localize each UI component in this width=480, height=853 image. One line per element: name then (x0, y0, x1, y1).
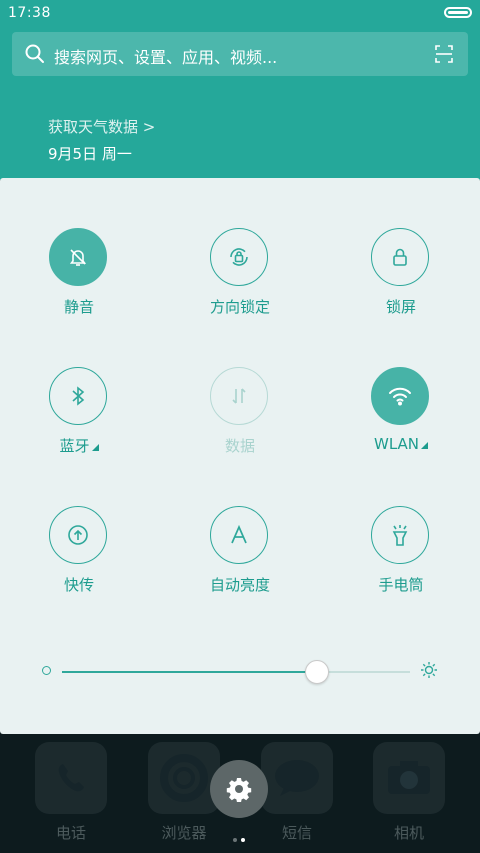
quick-share-icon (49, 506, 107, 564)
toggle-flashlight-label: 手电筒 (378, 576, 424, 594)
notification-header: 17:38 搜索网页、设置、应用、视频... 获取天气数据 > 9月5日 周一 (0, 0, 480, 180)
brightness-slider[interactable] (62, 660, 410, 684)
toggle-bluetooth-label: 蓝牙 (19, 435, 139, 456)
status-time: 17:38 (8, 5, 51, 21)
brightness-low-icon (42, 666, 51, 675)
browser-icon (148, 742, 220, 814)
weather-widget[interactable]: 获取天气数据 > 9月5日 周一 (48, 116, 155, 164)
brightness-high-icon (420, 661, 438, 683)
toggle-flashlight[interactable]: 手电筒 (341, 506, 461, 626)
search-bar[interactable]: 搜索网页、设置、应用、视频... (12, 32, 468, 76)
toggle-auto-brightness-label: 自动亮度 (209, 576, 270, 594)
camera-icon (373, 742, 445, 814)
brightness-slider-fill (62, 671, 317, 673)
message-icon (261, 742, 333, 814)
phone-icon (35, 742, 107, 814)
toggle-rotation-lock[interactable]: 方向锁定 (180, 228, 300, 348)
lock-icon (371, 228, 429, 286)
search-icon (24, 43, 46, 69)
page-dot-active (241, 838, 245, 842)
toggle-lock-screen[interactable]: 锁屏 (341, 228, 461, 348)
battery-icon (444, 7, 472, 18)
dock-app-messages[interactable]: 短信 (257, 742, 337, 843)
dock-app-browser-label: 浏览器 (161, 824, 207, 842)
search-placeholder: 搜索网页、设置、应用、视频... (54, 48, 278, 67)
expand-triangle-icon (91, 444, 99, 451)
toggle-wlan-label: WLAN (341, 435, 461, 453)
toggle-quick-share[interactable]: 快传 (19, 506, 139, 626)
toggle-mobile-data-label: 数据 (224, 437, 255, 455)
toggle-bluetooth[interactable]: 蓝牙 (19, 367, 139, 487)
brightness-slider-thumb[interactable] (305, 660, 330, 684)
auto-brightness-icon (210, 506, 268, 564)
gear-icon (226, 778, 252, 802)
toggle-wlan[interactable]: WLAN (341, 367, 461, 487)
toggle-rotation-lock-label: 方向锁定 (209, 298, 270, 316)
weather-date: 9月5日 周一 (48, 145, 132, 163)
status-bar: 17:38 (0, 0, 480, 28)
quick-settings-panel: 静音 方向锁定 锁屏 蓝牙 数据 WLAN 快传 自动亮度 手电筒 (0, 178, 480, 734)
toggle-lock-screen-label: 锁屏 (385, 298, 416, 316)
expand-triangle-icon (421, 442, 428, 449)
mute-icon (49, 228, 107, 286)
toggle-mute[interactable]: 静音 (19, 228, 139, 348)
dock-app-camera-label: 相机 (393, 824, 424, 842)
dock-app-phone-label: 电话 (55, 824, 86, 842)
settings-button[interactable] (210, 760, 268, 818)
mobile-data-icon (210, 367, 268, 425)
page-dot (233, 838, 237, 842)
page-indicator (233, 827, 249, 846)
wifi-icon (371, 367, 429, 425)
dock-app-camera[interactable]: 相机 (369, 742, 449, 843)
dock-app-messages-label: 短信 (281, 824, 312, 842)
dock-app-phone[interactable]: 电话 (31, 742, 111, 843)
scan-icon[interactable] (434, 44, 454, 68)
bluetooth-icon (49, 367, 107, 425)
rotation-lock-icon (210, 228, 268, 286)
weather-fetch-link[interactable]: 获取天气数据 > (48, 116, 155, 137)
flashlight-icon (371, 506, 429, 564)
toggle-auto-brightness[interactable]: 自动亮度 (180, 506, 300, 626)
toggle-mobile-data[interactable]: 数据 (180, 367, 300, 487)
toggle-mute-label: 静音 (63, 298, 94, 316)
toggle-quick-share-label: 快传 (63, 576, 94, 594)
